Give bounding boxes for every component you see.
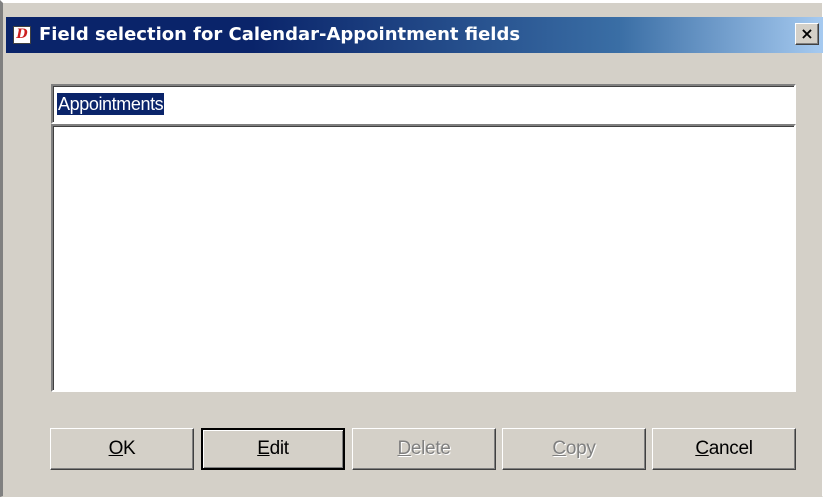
title-bar[interactable]: D Field selection for Calendar-Appointme… bbox=[6, 17, 823, 53]
field-list[interactable] bbox=[51, 124, 796, 392]
delete-button[interactable]: Delete bbox=[352, 428, 496, 470]
dialog-window: D Field selection for Calendar-Appointme… bbox=[0, 0, 823, 497]
edit-label-rest: dit bbox=[269, 438, 289, 459]
ok-label-rest: K bbox=[123, 438, 136, 459]
edit-button[interactable]: Edit bbox=[201, 428, 345, 470]
ok-button[interactable]: OK bbox=[50, 428, 194, 470]
delete-mnemonic: D bbox=[397, 438, 411, 459]
selected-text: Appointments bbox=[57, 93, 165, 115]
selection-name-input[interactable]: Appointments bbox=[51, 84, 796, 124]
window-title: Field selection for Calendar-Appointment… bbox=[39, 24, 521, 45]
copy-button[interactable]: Copy bbox=[502, 428, 646, 470]
close-button[interactable]: × bbox=[795, 23, 819, 45]
edit-mnemonic: E bbox=[257, 438, 270, 459]
copy-label-rest: opy bbox=[565, 438, 596, 459]
app-logo-icon: D bbox=[13, 26, 31, 44]
cancel-label-rest: ancel bbox=[708, 438, 753, 459]
close-icon: × bbox=[800, 24, 814, 43]
copy-mnemonic: C bbox=[552, 438, 566, 459]
ok-mnemonic: O bbox=[108, 438, 124, 459]
cancel-button[interactable]: Cancel bbox=[652, 428, 796, 470]
delete-label-rest: elete bbox=[410, 438, 451, 459]
cancel-mnemonic: C bbox=[695, 438, 709, 459]
